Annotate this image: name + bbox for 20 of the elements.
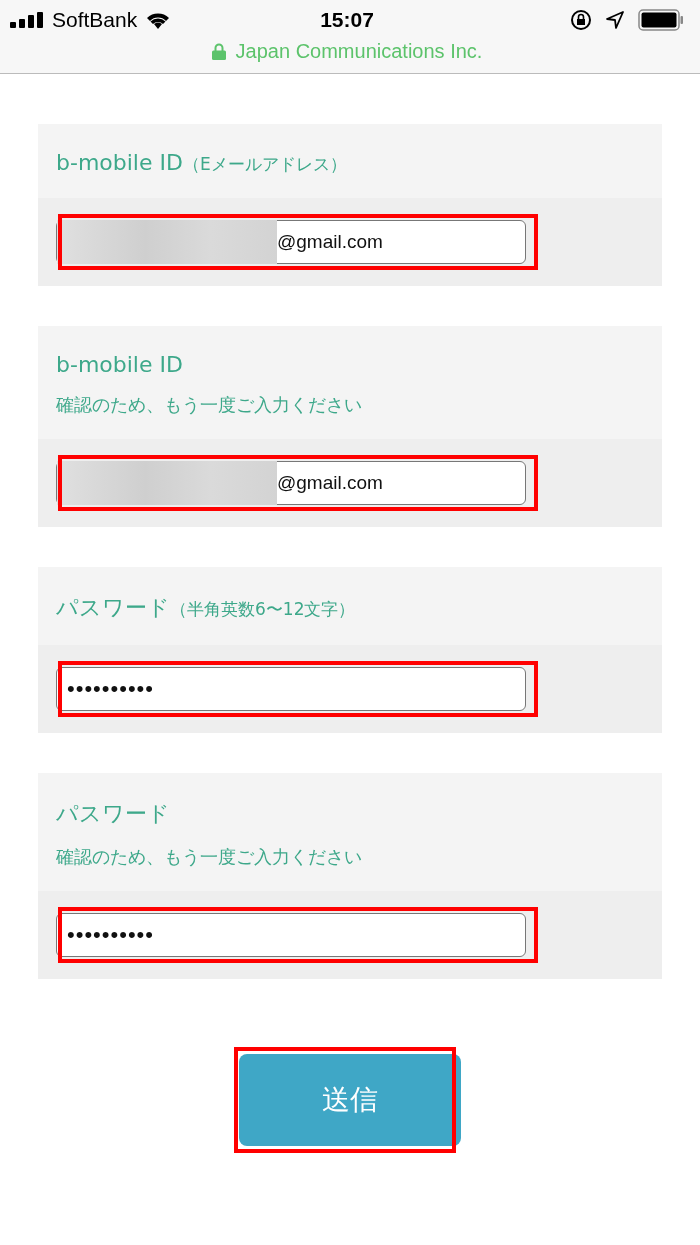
field-label: b-mobile ID: [56, 352, 183, 377]
signal-icon: [10, 12, 44, 28]
password-field[interactable]: ••••••••••: [56, 913, 526, 957]
password-field[interactable]: ••••••••••: [56, 667, 526, 711]
field-hint: 確認のため、もう一度ご入力ください: [56, 845, 363, 869]
field-label: パスワード: [56, 800, 170, 828]
battery-icon: [638, 9, 684, 31]
field-label: b-mobile ID: [56, 150, 183, 175]
carrier-name: SoftBank: [52, 8, 138, 32]
field-note: （半角英数6〜12文字）: [170, 598, 356, 621]
field-hint: 確認のため、もう一度ご入力ください: [56, 393, 363, 417]
lock-icon: [211, 43, 226, 60]
clock-time: 15:07: [320, 8, 374, 32]
field-label: パスワード: [56, 594, 170, 622]
email-field[interactable]: @gmail.com: [56, 220, 526, 264]
email-field[interactable]: @gmail.com: [56, 461, 526, 505]
site-name: Japan Communications Inc.: [235, 40, 483, 63]
rotation-lock-icon: [570, 9, 592, 31]
field-note: （Eメールアドレス）: [182, 153, 347, 176]
location-arrow-icon: [606, 11, 624, 29]
